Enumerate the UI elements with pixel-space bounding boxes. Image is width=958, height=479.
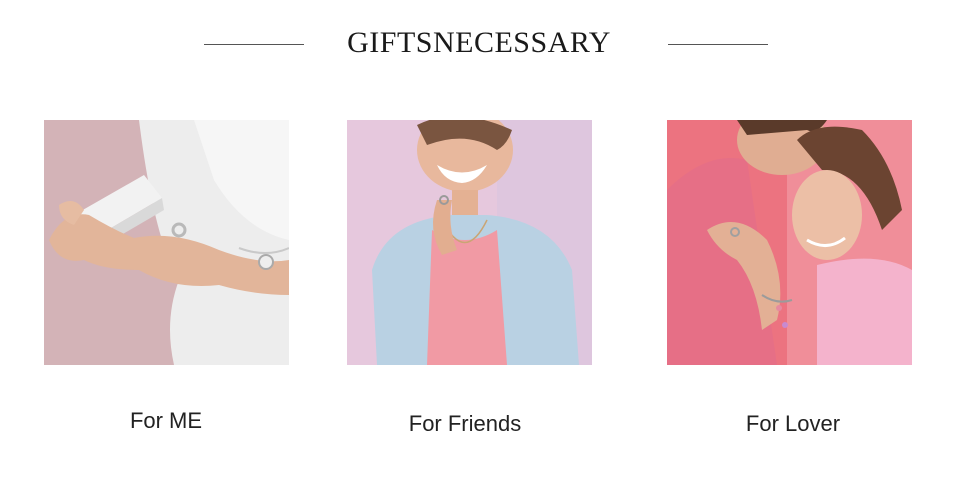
page-title: GIFTSNECESSARY	[347, 26, 611, 59]
for-friends-label[interactable]: For Friends	[365, 409, 565, 439]
for-lover-photo[interactable]	[667, 120, 912, 365]
title-divider-left	[204, 44, 304, 45]
for-lover-label[interactable]: For Lover	[693, 409, 893, 439]
for-friends-photo[interactable]	[347, 120, 592, 365]
for-me-photo[interactable]	[44, 120, 289, 365]
title-divider-right	[668, 44, 768, 45]
for-me-label[interactable]: For ME	[66, 406, 266, 436]
